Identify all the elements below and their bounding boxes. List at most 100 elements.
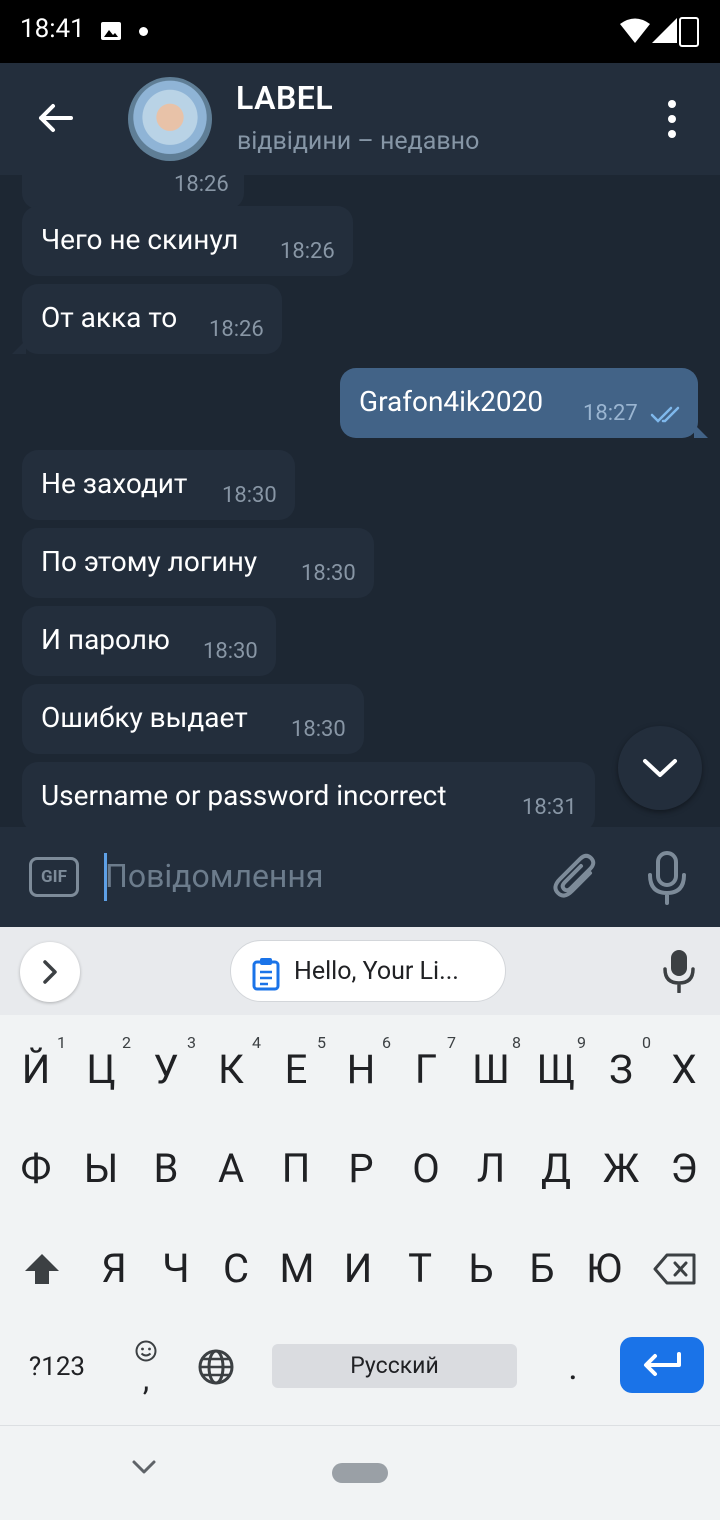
- message-text: Grafon4ik2020: [359, 385, 544, 418]
- enter-arrow-icon: [644, 1352, 681, 1376]
- key-letter[interactable]: П: [264, 1130, 328, 1208]
- key-letter[interactable]: У3: [134, 1031, 198, 1109]
- message-bubble-partial[interactable]: 18:26: [22, 175, 244, 209]
- on-screen-keyboard: Hello, Your Li... Й1 Ц2 У3 К4 Е5 Н6 Г7 Ш…: [0, 927, 720, 1425]
- back-button[interactable]: [30, 93, 80, 143]
- language-key[interactable]: [184, 1328, 248, 1406]
- arrow-left-icon: [39, 104, 73, 132]
- message-time: 18:30: [291, 717, 346, 742]
- key-letter[interactable]: Ы: [69, 1130, 133, 1208]
- key-letter[interactable]: Ж: [589, 1130, 653, 1208]
- message-time: 18:30: [203, 639, 258, 664]
- backspace-key[interactable]: [643, 1230, 707, 1308]
- key-letter[interactable]: Т: [388, 1230, 452, 1308]
- message-bubble-in[interactable]: Чего не скинул 18:26: [22, 206, 353, 276]
- message-text: И паролю: [41, 623, 170, 656]
- backspace-icon: [653, 1253, 696, 1285]
- key-letter[interactable]: К4: [199, 1031, 263, 1109]
- key-letter[interactable]: И: [326, 1230, 390, 1308]
- key-letter[interactable]: Ю: [572, 1230, 636, 1308]
- key-letter[interactable]: Э: [652, 1130, 716, 1208]
- key-letter[interactable]: М: [265, 1230, 329, 1308]
- more-options-button[interactable]: [650, 95, 694, 143]
- key-letter[interactable]: С: [204, 1230, 268, 1308]
- key-letter[interactable]: Л: [459, 1130, 523, 1208]
- avatar[interactable]: [128, 77, 212, 161]
- key-letter[interactable]: Е5: [264, 1031, 328, 1109]
- key-letter[interactable]: Ч: [144, 1230, 208, 1308]
- key-letter[interactable]: Я: [82, 1230, 146, 1308]
- message-bubble-in[interactable]: И паролю 18:30: [22, 606, 276, 676]
- key-letter[interactable]: Ф: [4, 1130, 68, 1208]
- scroll-to-bottom-button[interactable]: [618, 726, 702, 810]
- suggestion-bar: Hello, Your Li...: [0, 927, 720, 1015]
- message-text: По этому логину: [41, 545, 258, 578]
- chat-status: відвідини – недавно: [237, 127, 480, 156]
- battery-icon: [679, 17, 699, 47]
- message-list[interactable]: 18:26 Чего не скинул 18:26 От акка то 18…: [0, 175, 720, 827]
- message-text: Чего не скинул: [41, 223, 239, 256]
- key-letter[interactable]: Г7: [394, 1031, 458, 1109]
- voice-input-icon[interactable]: [662, 949, 696, 993]
- microphone-icon[interactable]: [645, 851, 689, 905]
- wifi-icon: [620, 18, 650, 43]
- key-letter[interactable]: Б: [510, 1230, 574, 1308]
- clipboard-chip-label: Hello, Your Li...: [294, 957, 459, 986]
- emoji-comma-key[interactable]: ,: [114, 1328, 178, 1406]
- key-letter[interactable]: О: [394, 1130, 458, 1208]
- message-text: Не заходит: [41, 467, 188, 500]
- key-letter[interactable]: Щ9: [524, 1031, 588, 1109]
- space-bar[interactable]: Русский: [272, 1344, 517, 1388]
- shift-key[interactable]: [10, 1230, 74, 1308]
- paperclip-icon[interactable]: [552, 853, 600, 903]
- message-time: 18:26: [209, 317, 264, 342]
- message-time: 18:31: [522, 795, 577, 820]
- message-bubble-in[interactable]: По этому логину 18:30: [22, 528, 374, 598]
- message-time: 18:27: [583, 401, 638, 426]
- status-bar: 18:41: [0, 0, 720, 63]
- key-letter[interactable]: Р: [329, 1130, 393, 1208]
- key-letter[interactable]: Ь: [449, 1230, 513, 1308]
- image-notification-icon: [101, 22, 121, 40]
- key-letter[interactable]: Й1: [4, 1031, 68, 1109]
- globe-icon: [198, 1349, 234, 1385]
- message-text: От акка то: [41, 301, 178, 334]
- key-letter[interactable]: В: [134, 1130, 198, 1208]
- chat-header: LABEL відвідини – недавно: [0, 63, 720, 175]
- gif-button[interactable]: GIF: [29, 857, 79, 897]
- message-bubble-in[interactable]: Ошибку выдает 18:30: [22, 684, 364, 754]
- period-key[interactable]: .: [541, 1328, 605, 1406]
- message-time: 18:30: [222, 483, 277, 508]
- dot-icon: [668, 100, 676, 108]
- expand-toolbar-button[interactable]: [20, 942, 80, 1002]
- key-letter[interactable]: З0: [589, 1031, 653, 1109]
- dot-icon: [668, 115, 676, 123]
- message-input[interactable]: Повідомлення: [105, 857, 323, 895]
- clipboard-suggestion-chip[interactable]: Hello, Your Li...: [230, 940, 506, 1002]
- key-letter[interactable]: Ц2: [69, 1031, 133, 1109]
- symbols-key[interactable]: ?123: [24, 1328, 90, 1406]
- key-letter[interactable]: Д: [524, 1130, 588, 1208]
- key-letter[interactable]: Ш8: [459, 1031, 523, 1109]
- message-bubble-in[interactable]: От акка то 18:26: [12, 284, 282, 354]
- message-time: 18:26: [174, 175, 229, 197]
- message-text: Ошибку выдает: [41, 701, 248, 734]
- message-bubble-in[interactable]: Username or password incorrect 18:31: [22, 762, 595, 827]
- key-letter[interactable]: Н6: [329, 1031, 393, 1109]
- chat-title[interactable]: LABEL: [236, 79, 333, 117]
- key-letter[interactable]: Х: [652, 1031, 716, 1109]
- enter-key[interactable]: [620, 1337, 704, 1393]
- chevron-right-icon: [43, 960, 57, 984]
- hide-keyboard-chevron-icon[interactable]: [130, 1458, 158, 1476]
- double-check-read-icon: [650, 406, 680, 423]
- message-text: Username or password incorrect: [41, 779, 447, 812]
- message-composer: GIF Повідомлення: [0, 827, 720, 927]
- message-bubble-in[interactable]: Не заходит 18:30: [22, 450, 295, 520]
- key-letter[interactable]: А: [199, 1130, 263, 1208]
- home-pill[interactable]: [332, 1463, 388, 1483]
- system-navigation-bar: [0, 1425, 720, 1520]
- dot-icon: [668, 130, 676, 138]
- signal-icon: [652, 18, 677, 43]
- message-bubble-out[interactable]: Grafon4ik2020 18:27: [340, 368, 708, 438]
- message-time: 18:30: [301, 561, 356, 586]
